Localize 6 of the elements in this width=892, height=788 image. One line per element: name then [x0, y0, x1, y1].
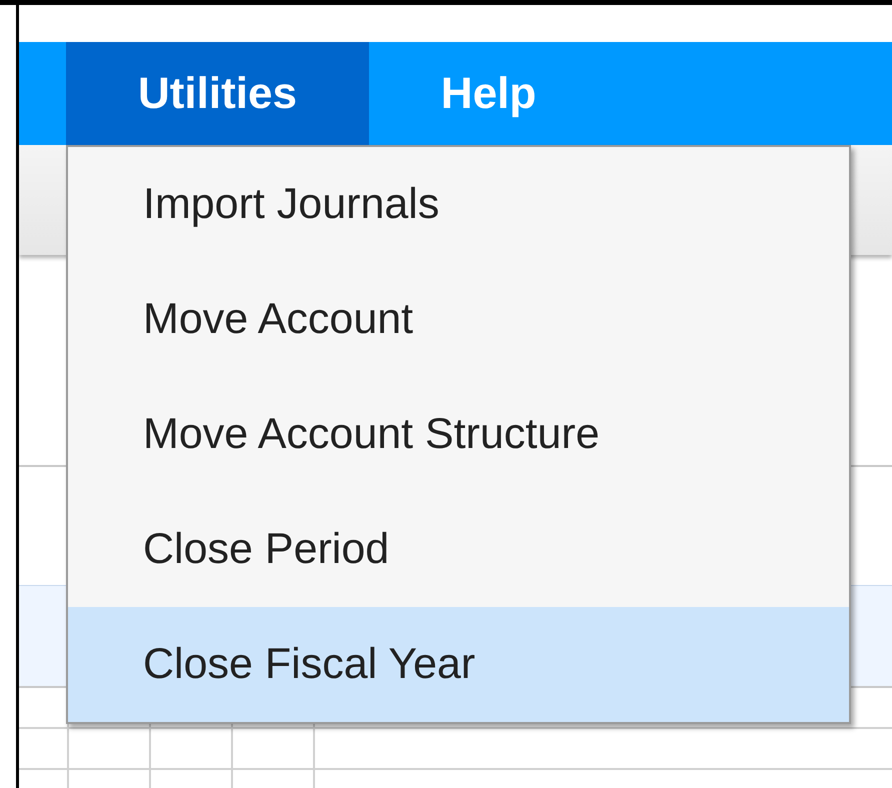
menu-item[interactable]: Close Period: [68, 492, 849, 607]
menu-item[interactable]: Close Fiscal Year: [68, 607, 849, 722]
menu-item[interactable]: Move Account Structure: [68, 377, 849, 492]
menu-bar-item[interactable]: Utilities: [66, 42, 369, 145]
menu-item[interactable]: Move Account: [68, 262, 849, 377]
menu-item[interactable]: Import Journals: [68, 147, 849, 262]
